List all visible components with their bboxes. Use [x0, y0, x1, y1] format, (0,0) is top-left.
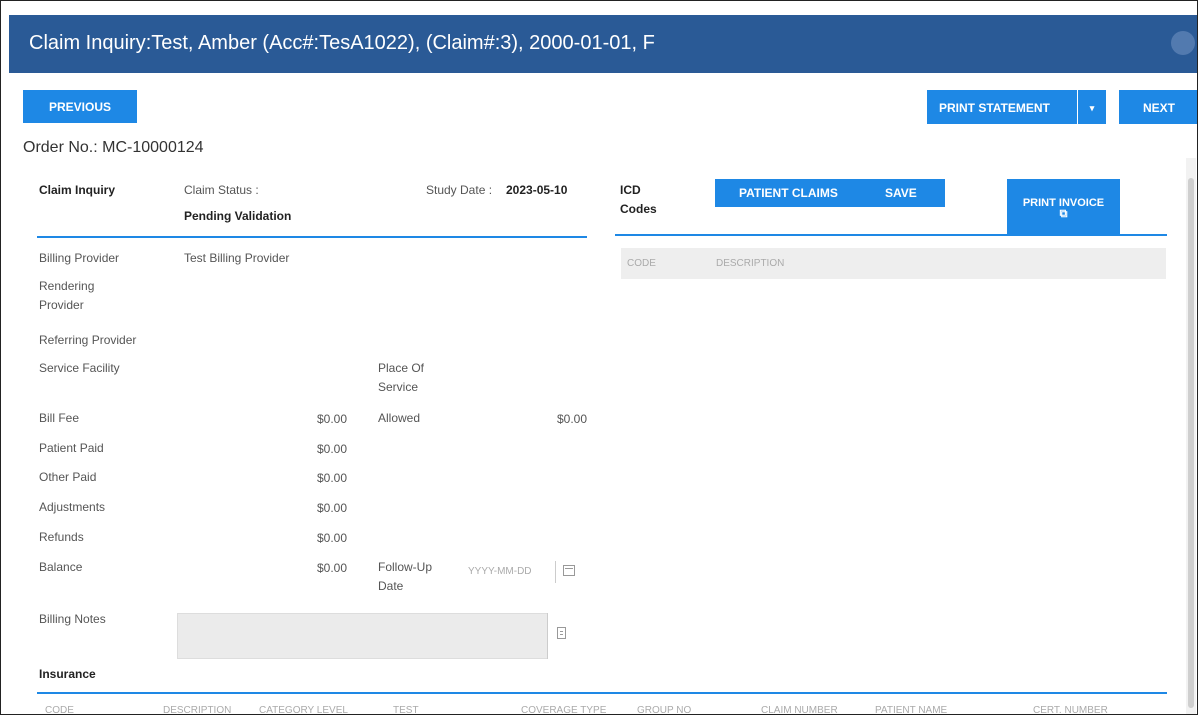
insurance-col-code: CODE — [45, 705, 74, 715]
refunds-label: Refunds — [39, 530, 84, 544]
balance-label: Balance — [39, 560, 83, 574]
bill-fee-label: Bill Fee — [39, 411, 80, 425]
icd-col-description: DESCRIPTION — [716, 258, 785, 269]
billing-notes-field[interactable] — [177, 613, 548, 659]
patient-claims-button[interactable]: PATIENT CLAIMS — [739, 186, 838, 200]
insurance-col-description: DESCRIPTION — [163, 705, 232, 715]
allowed-label: Allowed — [378, 411, 421, 425]
insurance-col-coverage-type: COVERAGE TYPE — [521, 705, 607, 715]
previous-button[interactable]: PREVIOUS — [23, 90, 137, 123]
scrollbar-thumb[interactable] — [1188, 178, 1194, 708]
vertical-scrollbar[interactable] — [1186, 158, 1196, 714]
billing-provider-value: Test Billing Provider — [184, 251, 290, 265]
save-button[interactable]: SAVE — [885, 186, 917, 200]
allowed-value: $0.00 — [556, 412, 587, 426]
follow-up-date-label: Follow-Up Date — [378, 560, 433, 593]
place-of-service-label: Place Of Service — [378, 361, 425, 394]
patient-paid-label: Patient Paid — [39, 441, 104, 455]
insurance-label: Insurance — [39, 667, 96, 681]
claim-status-value: Pending Validation — [184, 209, 292, 223]
balance-value: $0.00 — [316, 561, 347, 575]
insurance-divider — [37, 692, 1167, 694]
follow-up-date-placeholder: YYYY-MM-DD — [468, 566, 532, 577]
print-invoice-button[interactable]: PRINT INVOICE ⧉ — [1007, 179, 1120, 234]
claim-inquiry-label: Claim Inquiry — [39, 183, 116, 197]
other-paid-value: $0.00 — [316, 471, 347, 485]
insurance-col-test: TEST — [393, 705, 419, 715]
claim-inquiry-window: Claim Inquiry:Test, Amber (Acc#:TesA1022… — [0, 0, 1198, 715]
referring-provider-label: Referring Provider — [39, 333, 137, 347]
print-statement-dropdown-icon[interactable]: ▾ — [1078, 90, 1106, 124]
icd-button-group: PATIENT CLAIMS SAVE — [715, 179, 945, 207]
insurance-col-claim-number: CLAIM NUMBER — [761, 705, 838, 715]
external-link-icon: ⧉ — [1059, 208, 1068, 220]
rendering-provider-label: Rendering Provider — [39, 279, 95, 312]
insurance-col-category-level: CATEGORY LEVEL — [259, 705, 348, 715]
claim-status-label: Claim Status : — [184, 183, 259, 197]
order-number: Order No.: MC-10000124 — [23, 139, 204, 156]
icd-table-header: CODE DESCRIPTION — [621, 248, 1166, 279]
study-date-label: Study Date : — [426, 183, 493, 197]
other-paid-label: Other Paid — [39, 470, 97, 484]
refunds-value: $0.00 — [316, 531, 347, 545]
adjustments-value: $0.00 — [316, 501, 347, 515]
insurance-col-cert-number: CERT. NUMBER — [1033, 705, 1108, 715]
close-icon[interactable] — [1171, 31, 1195, 55]
billing-provider-label: Billing Provider — [39, 251, 120, 265]
window-title: Claim Inquiry:Test, Amber (Acc#:TesA1022… — [29, 32, 655, 54]
next-button[interactable]: NEXT — [1119, 90, 1197, 124]
patient-paid-value: $0.00 — [316, 442, 347, 456]
title-bar: Claim Inquiry:Test, Amber (Acc#:TesA1022… — [9, 15, 1197, 73]
study-date-value: 2023-05-10 — [506, 183, 568, 197]
calendar-icon[interactable] — [563, 565, 575, 576]
insurance-col-patient-name: PATIENT NAME — [875, 705, 948, 715]
adjustments-label: Adjustments — [39, 500, 106, 514]
icd-divider — [615, 234, 1167, 236]
insurance-col-group-no: GROUP NO — [637, 705, 692, 715]
bill-fee-value: $0.00 — [316, 412, 347, 426]
service-facility-label: Service Facility — [39, 361, 120, 375]
date-divider — [555, 561, 556, 583]
notes-divider — [547, 613, 548, 659]
notes-document-icon[interactable] — [557, 627, 566, 639]
claim-divider — [37, 236, 587, 238]
follow-up-date-input[interactable]: YYYY-MM-DD — [463, 558, 581, 586]
billing-notes-label: Billing Notes — [39, 612, 106, 626]
print-statement-button[interactable]: PRINT STATEMENT — [927, 90, 1077, 124]
icd-col-code: CODE — [627, 258, 656, 269]
icd-codes-label: ICD Codes — [620, 183, 657, 216]
